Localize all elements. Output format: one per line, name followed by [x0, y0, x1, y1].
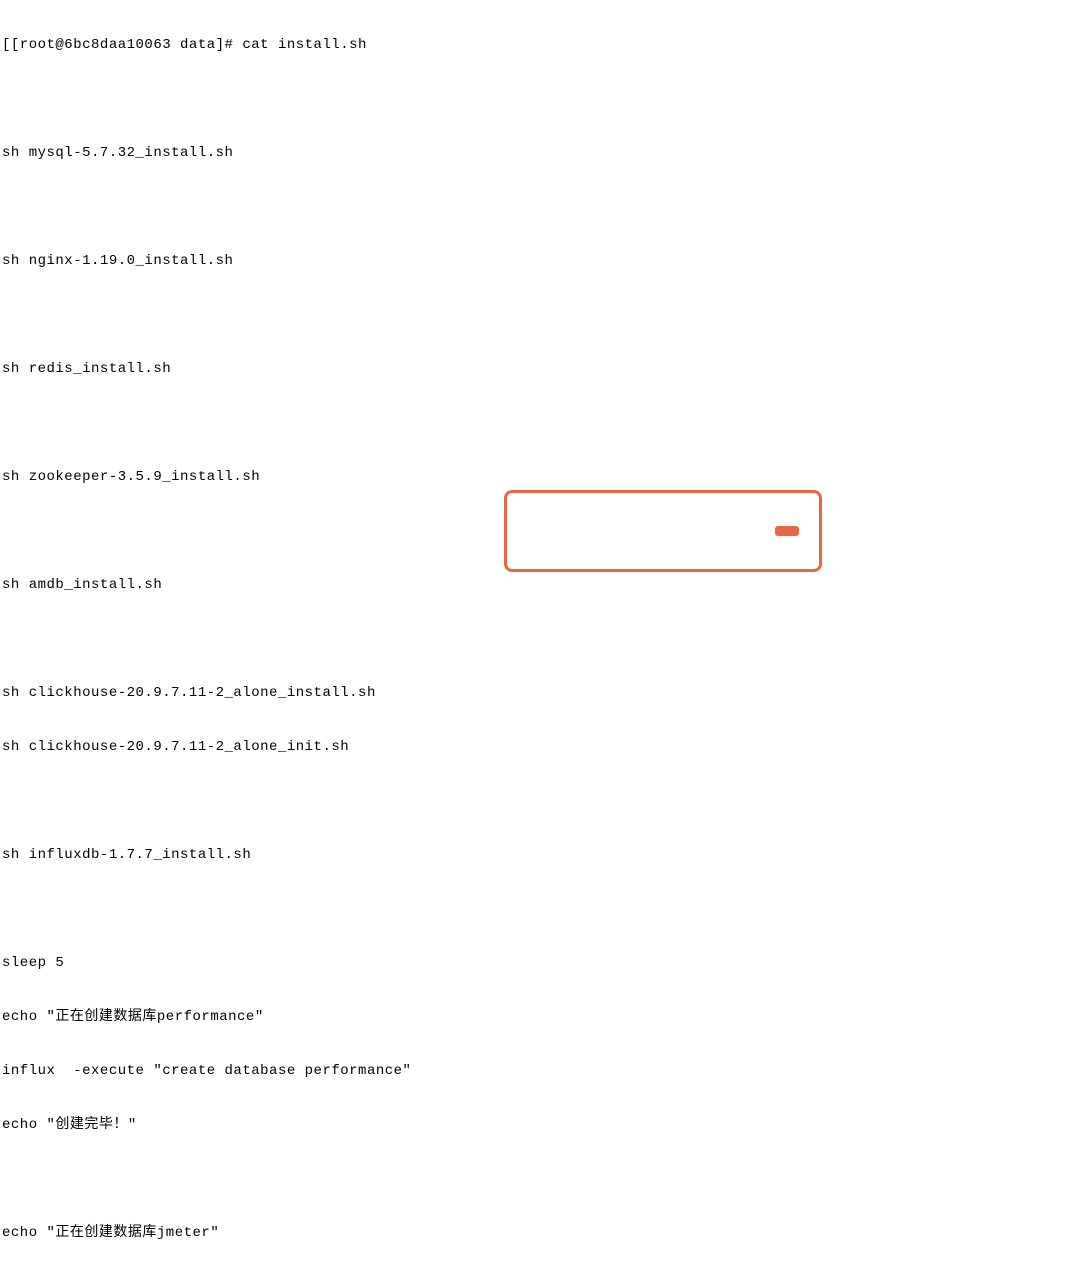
terminal-line: sh mysql-5.7.32_install.sh	[2, 144, 1080, 162]
terminal-line: echo "正在创建数据库jmeter"	[2, 1224, 1080, 1242]
terminal-line: sh zookeeper-3.5.9_install.sh	[2, 468, 1080, 486]
terminal-line	[2, 306, 1080, 324]
terminal-line	[2, 792, 1080, 810]
terminal-line: [[root@6bc8daa10063 data]# cat install.s…	[2, 36, 1080, 54]
terminal-line: sh clickhouse-20.9.7.11-2_alone_install.…	[2, 684, 1080, 702]
terminal-line	[2, 198, 1080, 216]
terminal-line: sleep 5	[2, 954, 1080, 972]
terminal-line	[2, 414, 1080, 432]
terminal-output: [[root@6bc8daa10063 data]# cat install.s…	[0, 0, 1080, 1262]
terminal-line: influx -execute "create database perform…	[2, 1062, 1080, 1080]
terminal-line: sh amdb_install.sh	[2, 576, 1080, 594]
terminal-line	[2, 90, 1080, 108]
terminal-line: echo "正在创建数据库performance"	[2, 1008, 1080, 1026]
terminal-line: echo "创建完毕！"	[2, 1116, 1080, 1134]
terminal-line: sh nginx-1.19.0_install.sh	[2, 252, 1080, 270]
terminal-line	[2, 1170, 1080, 1188]
terminal-line: sh clickhouse-20.9.7.11-2_alone_init.sh	[2, 738, 1080, 756]
terminal-line: sh influxdb-1.7.7_install.sh	[2, 846, 1080, 864]
terminal-line	[2, 522, 1080, 540]
terminal-line	[2, 900, 1080, 918]
terminal-line	[2, 630, 1080, 648]
terminal-line: sh redis_install.sh	[2, 360, 1080, 378]
